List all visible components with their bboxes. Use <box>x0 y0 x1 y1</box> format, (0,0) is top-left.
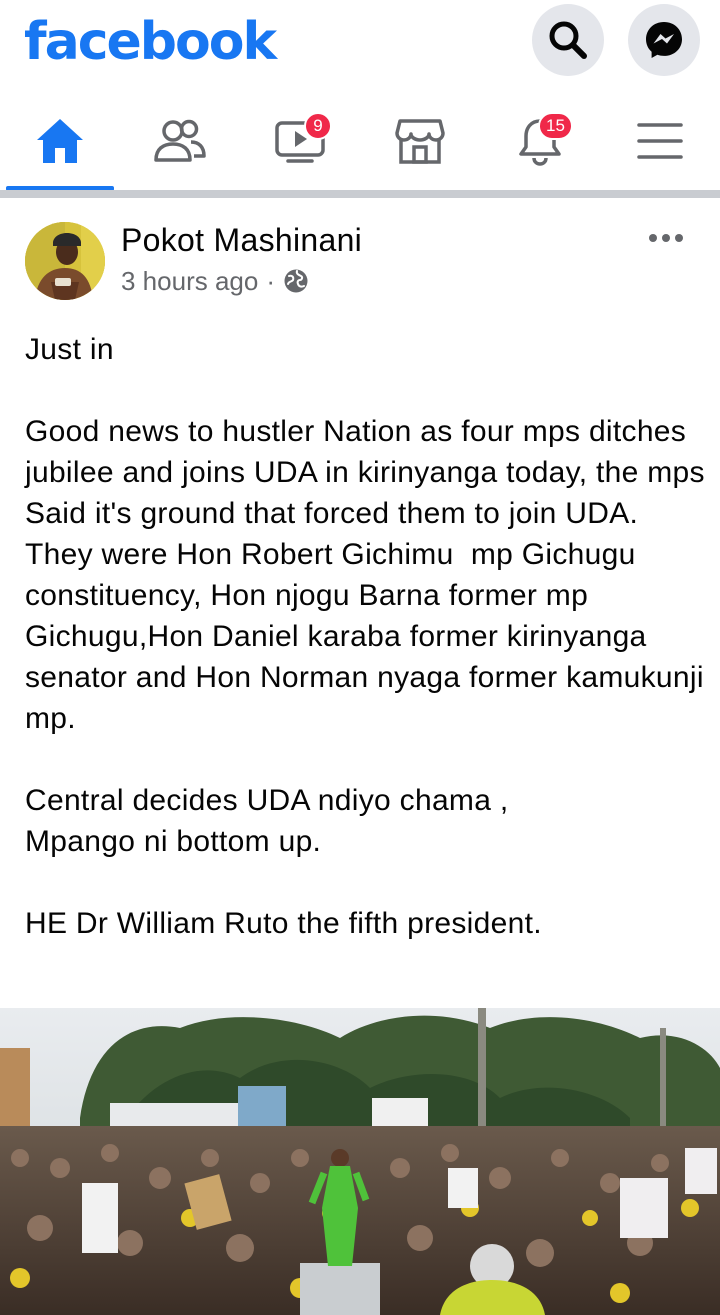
tab-marketplace[interactable] <box>360 90 480 192</box>
search-button[interactable] <box>532 4 604 76</box>
globe-icon <box>284 269 308 293</box>
feed-divider <box>0 190 720 198</box>
top-bar: facebook <box>0 0 720 90</box>
post-text: Just in Good news to hustler Nation as f… <box>25 333 705 940</box>
hamburger-icon <box>637 123 683 159</box>
facebook-logo[interactable]: facebook <box>24 10 277 74</box>
post-more-options-button[interactable] <box>640 220 692 256</box>
friends-icon <box>154 119 206 162</box>
avatar[interactable] <box>25 222 105 300</box>
marketplace-icon <box>395 119 445 164</box>
tab-notifications[interactable]: 15 <box>480 90 600 192</box>
post-timestamp[interactable]: 3 hours ago <box>121 264 258 298</box>
post-header: Pokot Mashinani 3 hours ago · <box>0 198 720 318</box>
tab-watch[interactable]: 9 <box>240 90 360 192</box>
search-icon <box>549 21 587 59</box>
messenger-icon <box>646 22 682 58</box>
tab-bar: 9 15 <box>0 90 720 192</box>
more-options-icon <box>649 234 683 242</box>
post-author-name[interactable]: Pokot Mashinani <box>121 220 362 260</box>
post-meta: 3 hours ago · <box>121 264 309 298</box>
tab-home[interactable] <box>0 90 120 192</box>
home-icon <box>37 119 83 163</box>
post-image[interactable] <box>0 1008 720 1315</box>
notifications-badge: 15 <box>538 112 573 140</box>
tab-friends[interactable] <box>120 90 240 192</box>
meta-separator: · <box>266 266 275 296</box>
tab-menu[interactable] <box>600 90 720 192</box>
messenger-button[interactable] <box>628 4 700 76</box>
watch-badge: 9 <box>304 112 332 140</box>
